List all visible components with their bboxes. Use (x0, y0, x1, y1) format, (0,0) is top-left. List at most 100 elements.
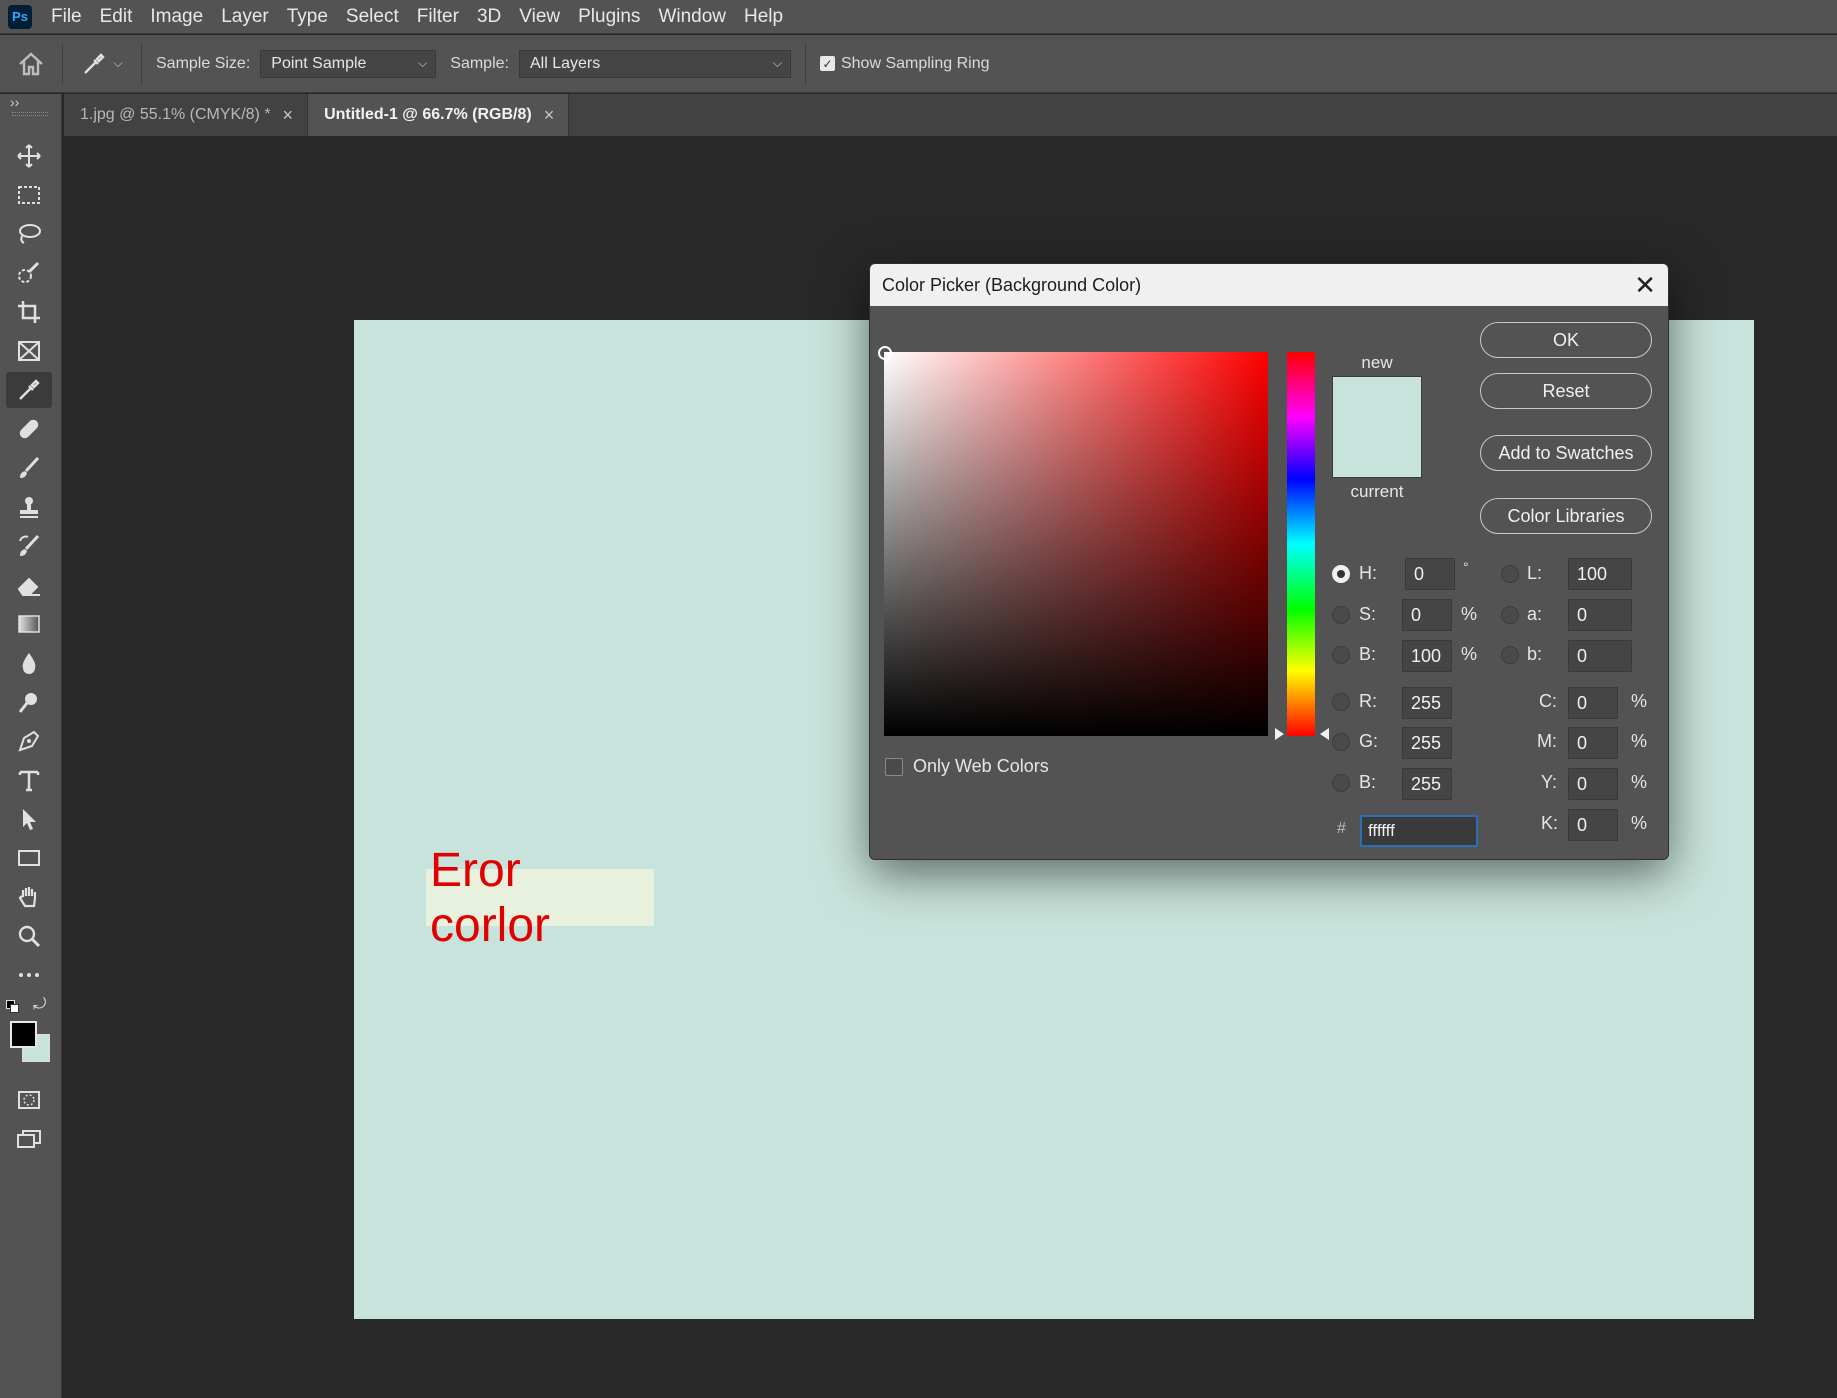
chevron-down-icon: ⌵ (113, 56, 123, 70)
tool-preset-picker[interactable]: ⌵ (63, 35, 141, 93)
ok-button[interactable]: OK (1480, 322, 1652, 358)
show-sampling-ring-checkbox[interactable]: ✓ (819, 56, 835, 71)
m-input[interactable]: 0 (1568, 727, 1618, 759)
healing-tool[interactable] (6, 411, 52, 447)
home-icon (19, 51, 43, 75)
blue-radio[interactable] (1332, 774, 1350, 792)
more-tools-button[interactable] (6, 957, 52, 993)
a-radio[interactable] (1501, 606, 1519, 624)
add-to-swatches-button[interactable]: Add to Swatches (1480, 435, 1652, 471)
frame-tool[interactable] (6, 333, 52, 369)
slider-arrow-left-icon[interactable] (1275, 728, 1284, 740)
lab-b-input[interactable]: 0 (1568, 640, 1632, 672)
history-brush-tool[interactable] (6, 528, 52, 564)
eraser-tool[interactable] (6, 567, 52, 603)
color-field-marker[interactable] (878, 346, 892, 360)
hand-tool[interactable] (6, 879, 52, 915)
zoom-tool[interactable] (6, 918, 52, 954)
eyedropper-tool[interactable] (6, 372, 52, 408)
quick-mask-icon (18, 1091, 40, 1109)
gradient-tool[interactable] (6, 606, 52, 642)
only-web-colors-checkbox[interactable] (885, 758, 903, 776)
menu-window[interactable]: Window (649, 0, 735, 34)
menu-layer[interactable]: Layer (212, 0, 278, 34)
lasso-icon (19, 224, 41, 244)
default-colors-button[interactable] (6, 1000, 20, 1014)
y-input[interactable]: 0 (1568, 768, 1618, 800)
menu-type[interactable]: Type (278, 0, 337, 34)
crop-tool[interactable] (6, 294, 52, 330)
sample-dropdown[interactable]: All Layers ⌵ (518, 49, 791, 78)
blur-tool[interactable] (6, 645, 52, 681)
menu-select[interactable]: Select (337, 0, 408, 34)
lab-b-radio[interactable] (1501, 646, 1519, 664)
home-button[interactable] (0, 35, 62, 93)
reset-button[interactable]: Reset (1480, 373, 1652, 409)
dialog-title-bar[interactable]: Color Picker (Background Color) ✕ (870, 264, 1668, 306)
g-radio[interactable] (1332, 733, 1350, 751)
pen-tool[interactable] (6, 723, 52, 759)
close-icon[interactable]: × (544, 105, 555, 126)
screen-mode-icon (17, 1130, 41, 1148)
menu-image[interactable]: Image (141, 0, 212, 34)
foreground-color-swatch[interactable] (10, 1021, 37, 1048)
menu-view[interactable]: View (510, 0, 569, 34)
b-input[interactable]: 100 (1402, 640, 1452, 672)
dodge-icon (18, 693, 37, 713)
panel-collapse-toggle[interactable]: ›› (10, 94, 19, 110)
new-current-swatch[interactable] (1332, 376, 1422, 478)
type-icon (18, 770, 40, 792)
hue-slider[interactable] (1287, 352, 1315, 736)
color-libraries-button[interactable]: Color Libraries (1480, 498, 1652, 534)
m-label: M: (1537, 731, 1557, 751)
tab-1-jpg[interactable]: 1.jpg @ 55.1% (CMYK/8) * × (64, 94, 309, 136)
a-input[interactable]: 0 (1568, 599, 1632, 631)
s-radio[interactable] (1332, 606, 1350, 624)
l-input[interactable]: 100 (1568, 558, 1632, 590)
menu-filter[interactable]: Filter (408, 0, 468, 34)
l-radio[interactable] (1501, 565, 1519, 583)
lasso-tool[interactable] (6, 216, 52, 252)
panel-grip[interactable] (12, 112, 48, 116)
canvas-text-layer[interactable]: Eror corlor (426, 844, 654, 952)
slider-arrow-right-icon[interactable] (1320, 728, 1329, 740)
s-input[interactable]: 0 (1402, 599, 1452, 631)
h-input[interactable]: 0 (1405, 558, 1455, 590)
path-select-tool[interactable] (6, 801, 52, 837)
divider (141, 43, 142, 84)
hex-input[interactable]: ffffff (1360, 815, 1478, 847)
menu-plugins[interactable]: Plugins (569, 0, 649, 34)
brush-tool[interactable] (6, 450, 52, 486)
menu-3d[interactable]: 3D (468, 0, 510, 34)
r-input[interactable]: 255 (1402, 687, 1452, 719)
swap-colors-button[interactable]: ⤾ (33, 996, 46, 1014)
k-input[interactable]: 0 (1568, 809, 1618, 841)
quick-select-tool[interactable] (6, 255, 52, 291)
h-radio[interactable] (1332, 565, 1350, 583)
color-field[interactable] (878, 346, 1268, 736)
dodge-tool[interactable] (6, 684, 52, 720)
g-input[interactable]: 255 (1402, 727, 1452, 759)
blue-input[interactable]: 255 (1402, 768, 1452, 800)
c-input[interactable]: 0 (1568, 687, 1618, 719)
rectangle-tool[interactable] (6, 840, 52, 876)
stamp-tool[interactable] (6, 489, 52, 525)
eyedropper-icon (84, 52, 106, 74)
type-tool[interactable] (6, 762, 52, 798)
quick-mask-button[interactable] (6, 1082, 52, 1118)
menu-help[interactable]: Help (735, 0, 792, 34)
b-radio[interactable] (1332, 646, 1350, 664)
close-icon[interactable]: ✕ (1634, 270, 1656, 301)
move-icon (17, 144, 41, 168)
tools-panel: ›› ⤾ (0, 94, 62, 1398)
frame-icon (18, 341, 40, 361)
sample-size-dropdown[interactable]: Point Sample ⌵ (260, 49, 437, 78)
move-tool[interactable] (6, 138, 52, 174)
menu-edit[interactable]: Edit (91, 0, 142, 34)
close-icon[interactable]: × (283, 105, 294, 126)
screen-mode-button[interactable] (6, 1121, 52, 1157)
menu-file[interactable]: File (42, 0, 91, 34)
tab-untitled-1[interactable]: Untitled-1 @ 66.7% (RGB/8) × (308, 94, 570, 136)
marquee-tool[interactable] (6, 177, 52, 213)
r-radio[interactable] (1332, 693, 1350, 711)
